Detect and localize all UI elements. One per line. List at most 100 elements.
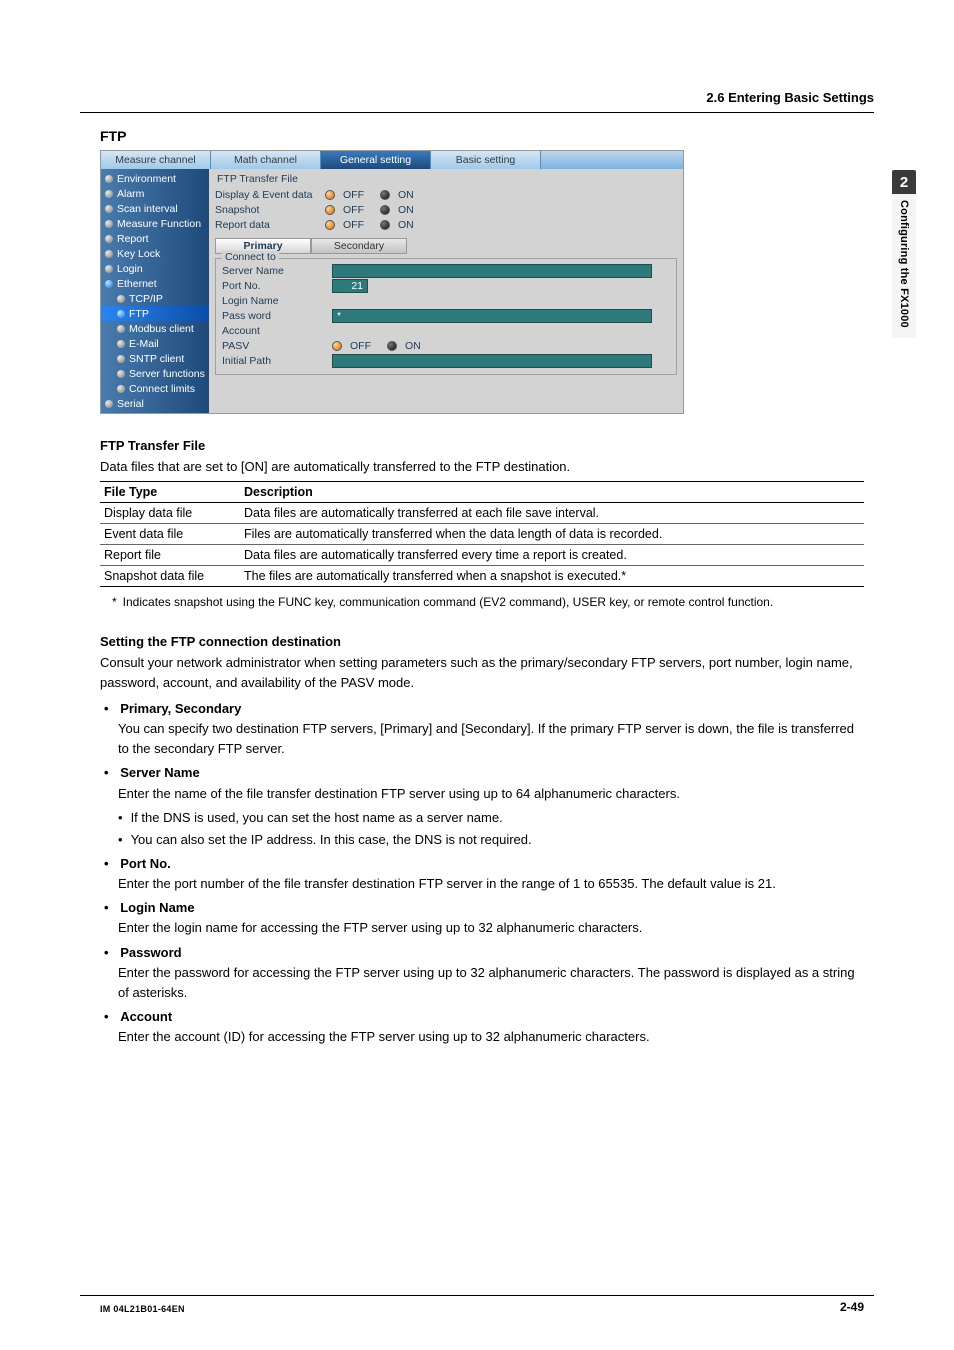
nav-label: Ethernet <box>117 278 157 290</box>
bullet-icon <box>117 310 125 318</box>
footer-doc-id: IM 04L21B01-64EN <box>100 1304 185 1314</box>
transfer-group-title: FTP Transfer File <box>217 173 677 185</box>
row-label: Display & Event data <box>215 189 321 201</box>
item-desc: Enter the password for accessing the FTP… <box>118 963 864 1003</box>
row-report-data: Report data OFF ON <box>215 217 677 232</box>
connection-subtabs: Primary Secondary <box>215 238 677 254</box>
row-account: Account <box>222 323 670 338</box>
field-label: PASV <box>222 340 328 352</box>
bullet-icon <box>117 340 125 348</box>
nav-email[interactable]: E-Mail <box>101 336 209 351</box>
cell: The files are automatically transferred … <box>240 566 864 587</box>
radio-off-icon[interactable] <box>332 341 342 351</box>
nav-scan-interval[interactable]: Scan interval <box>101 201 209 216</box>
bullet-icon <box>105 280 113 288</box>
nav-server-functions[interactable]: Server functions <box>101 366 209 381</box>
chapter-side-tab: 2 Configuring the FX1000 <box>892 170 916 490</box>
nav-serial[interactable]: Serial <box>101 396 209 411</box>
radio-on-icon[interactable] <box>380 205 390 215</box>
sub-item: You can also set the IP address. In this… <box>118 830 864 850</box>
subtab-secondary[interactable]: Secondary <box>311 238 407 254</box>
nav-measure-function[interactable]: Measure Function <box>101 216 209 231</box>
password-input[interactable]: * <box>332 309 652 323</box>
radio-on-label: ON <box>398 204 414 216</box>
conn-items: Primary, Secondary You can specify two d… <box>104 699 864 1047</box>
item-desc: Enter the account (ID) for accessing the… <box>118 1027 864 1047</box>
nav-report[interactable]: Report <box>101 231 209 246</box>
conn-item-password: Password Enter the password for accessin… <box>104 943 864 1003</box>
radio-off-label: OFF <box>343 204 364 216</box>
nav-label: FTP <box>129 308 149 320</box>
tab-math-channel[interactable]: Math channel <box>211 151 321 169</box>
footer-page: 2-49 <box>840 1300 864 1314</box>
nav-label: Scan interval <box>117 203 178 215</box>
item-title: Primary, Secondary <box>120 701 241 716</box>
item-title: Port No. <box>120 856 171 871</box>
table-row: Event data fileFiles are automatically t… <box>100 524 864 545</box>
settings-sidebar: Environment Alarm Scan interval Measure … <box>101 169 209 413</box>
nav-label: Server functions <box>129 368 205 380</box>
cell: Display data file <box>100 503 240 524</box>
item-title: Login Name <box>120 900 194 915</box>
row-label: Snapshot <box>215 204 321 216</box>
nav-environment[interactable]: Environment <box>101 171 209 186</box>
conn-item-server-name: Server Name Enter the name of the file t… <box>104 763 864 850</box>
nav-tcpip[interactable]: TCP/IP <box>101 291 209 306</box>
radio-off-icon[interactable] <box>325 220 335 230</box>
cell: Snapshot data file <box>100 566 240 587</box>
nav-ftp[interactable]: FTP <box>101 306 209 321</box>
bullet-icon <box>105 220 113 228</box>
connect-to-fieldset: Connect to Server Name Port No. 21 Login… <box>215 258 677 375</box>
transfer-note: Indicates snapshot using the FUNC key, c… <box>126 593 864 612</box>
nav-login[interactable]: Login <box>101 261 209 276</box>
conn-item-account: Account Enter the account (ID) for acces… <box>104 1007 864 1047</box>
bullet-icon <box>117 295 125 303</box>
section-header: 2.6 Entering Basic Settings <box>706 90 874 105</box>
conn-item-primary-secondary: Primary, Secondary You can specify two d… <box>104 699 864 759</box>
field-label: Server Name <box>222 265 328 277</box>
port-input[interactable]: 21 <box>332 279 368 293</box>
row-initial-path: Initial Path <box>222 353 670 368</box>
radio-off-label: OFF <box>350 340 371 352</box>
item-desc: Enter the port number of the file transf… <box>118 874 864 894</box>
radio-on-icon[interactable] <box>380 220 390 230</box>
row-display-event: Display & Event data OFF ON <box>215 187 677 202</box>
nav-key-lock[interactable]: Key Lock <box>101 246 209 261</box>
settings-panel: FTP Transfer File Display & Event data O… <box>209 169 683 413</box>
bullet-icon <box>105 265 113 273</box>
nav-label: Login <box>117 263 143 275</box>
nav-modbus-client[interactable]: Modbus client <box>101 321 209 336</box>
nav-alarm[interactable]: Alarm <box>101 186 209 201</box>
chapter-number: 2 <box>892 170 916 194</box>
nav-ethernet[interactable]: Ethernet <box>101 276 209 291</box>
cell: Data files are automatically transferred… <box>240 503 864 524</box>
bullet-icon <box>105 190 113 198</box>
radio-off-label: OFF <box>343 219 364 231</box>
nav-sntp-client[interactable]: SNTP client <box>101 351 209 366</box>
tab-measure-channel[interactable]: Measure channel <box>101 151 211 169</box>
nav-label: Alarm <box>117 188 144 200</box>
rule-bottom <box>80 1295 874 1296</box>
tab-general-setting[interactable]: General setting <box>321 151 431 169</box>
item-title: Server Name <box>120 765 200 780</box>
nav-label: Connect limits <box>129 383 195 395</box>
section-title: FTP <box>100 128 864 144</box>
item-desc: Enter the name of the file transfer dest… <box>118 784 864 804</box>
nav-label: Environment <box>117 173 176 185</box>
radio-off-icon[interactable] <box>325 190 335 200</box>
tab-basic-setting[interactable]: Basic setting <box>431 151 541 169</box>
radio-on-icon[interactable] <box>387 341 397 351</box>
cell: Data files are automatically transferred… <box>240 545 864 566</box>
radio-on-icon[interactable] <box>380 190 390 200</box>
nav-connect-limits[interactable]: Connect limits <box>101 381 209 396</box>
nav-label: Report <box>117 233 149 245</box>
server-name-input[interactable] <box>332 264 652 278</box>
cell: Files are automatically transferred when… <box>240 524 864 545</box>
item-desc: Enter the login name for accessing the F… <box>118 918 864 938</box>
table-row: Snapshot data fileThe files are automati… <box>100 566 864 587</box>
initial-path-input[interactable] <box>332 354 652 368</box>
row-snapshot: Snapshot OFF ON <box>215 202 677 217</box>
nav-label: SNTP client <box>129 353 184 365</box>
radio-off-icon[interactable] <box>325 205 335 215</box>
conn-heading: Setting the FTP connection destination <box>100 634 864 649</box>
